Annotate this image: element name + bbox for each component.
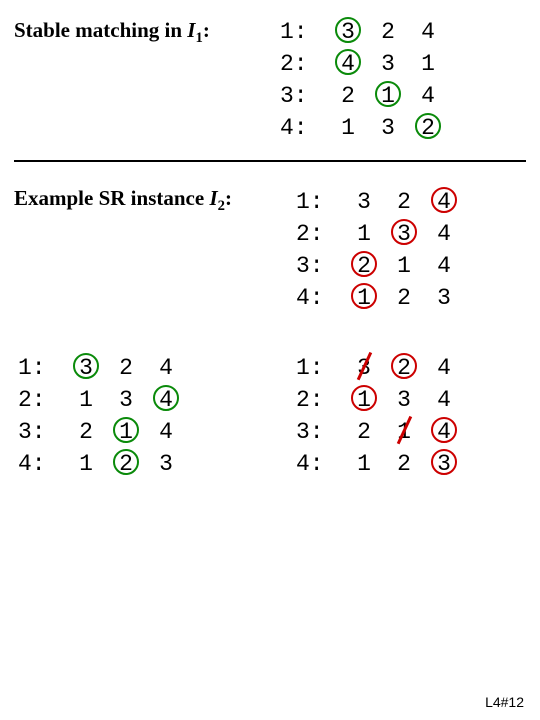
pref-row: 3:214 (296, 250, 464, 282)
pref-row: 4:123 (296, 448, 464, 480)
pref-row: 2:134 (296, 384, 464, 416)
pref-row-label: 2: (296, 218, 344, 250)
pref-cell: 3 (106, 384, 146, 416)
pref-row: 3:214 (18, 416, 186, 448)
pref-row-label: 4: (18, 448, 66, 480)
pref-cell: 4 (408, 16, 448, 48)
pref-cell: 1 (368, 80, 408, 112)
pref-cell: 3 (384, 384, 424, 416)
pref-row: 4:123 (18, 448, 186, 480)
pref-row-label: 3: (296, 250, 344, 282)
pref-cell: 1 (344, 218, 384, 250)
heading-i2-suffix: : (225, 186, 232, 210)
pref-row-label: 2: (296, 384, 344, 416)
pref-row: 2:431 (280, 48, 448, 80)
slide-footer: L4#12 (485, 694, 524, 710)
pref-row-label: 2: (280, 48, 328, 80)
pref-row: 1:324 (296, 352, 464, 384)
pref-cell: 1 (328, 112, 368, 144)
pref-cell: 2 (384, 186, 424, 218)
pref-cell: 4 (328, 48, 368, 80)
pref-cell: 4 (424, 384, 464, 416)
pref-cell: 4 (424, 250, 464, 282)
pref-cell: 3 (368, 112, 408, 144)
heading-i1-prefix: Stable matching in (14, 18, 187, 42)
pref-cell: 2 (384, 282, 424, 314)
pref-cell: 1 (344, 282, 384, 314)
pref-cell: 3 (424, 448, 464, 480)
pref-cell: 2 (328, 80, 368, 112)
pref-cell: 2 (344, 250, 384, 282)
heading-i2-sub: 2 (218, 198, 225, 214)
pref-cell: 3 (328, 16, 368, 48)
pref-row-label: 1: (296, 186, 344, 218)
heading-i1: Stable matching in I1: (14, 18, 210, 47)
pref-block-i2-green: 1:3242:1343:2144:123 (18, 352, 186, 480)
pref-cell: 3 (146, 448, 186, 480)
pref-cell: 4 (408, 80, 448, 112)
heading-i2-prefix: Example SR instance (14, 186, 209, 210)
pref-cell: 1 (408, 48, 448, 80)
pref-row-label: 4: (296, 448, 344, 480)
pref-cell: 2 (384, 448, 424, 480)
heading-i2-var: I (209, 186, 217, 210)
pref-cell: 2 (66, 416, 106, 448)
pref-cell: 3 (368, 48, 408, 80)
heading-i2: Example SR instance I2: (14, 186, 232, 215)
pref-row-label: 3: (296, 416, 344, 448)
pref-cell: 1 (384, 416, 424, 448)
pref-cell: 1 (344, 384, 384, 416)
pref-cell: 4 (146, 352, 186, 384)
pref-row: 3:214 (296, 416, 464, 448)
pref-block-i2-red-bottom: 1:3242:1343:2144:123 (296, 352, 464, 480)
pref-row-label: 2: (18, 384, 66, 416)
pref-cell: 1 (66, 384, 106, 416)
pref-row-label: 3: (18, 416, 66, 448)
pref-cell: 4 (424, 352, 464, 384)
pref-block-i1: 1:3242:4313:2144:132 (280, 16, 448, 144)
pref-row-label: 3: (280, 80, 328, 112)
pref-cell: 4 (146, 416, 186, 448)
pref-cell: 1 (66, 448, 106, 480)
pref-cell: 3 (344, 186, 384, 218)
pref-row: 3:214 (280, 80, 448, 112)
pref-cell: 1 (106, 416, 146, 448)
pref-cell: 1 (384, 250, 424, 282)
pref-cell: 4 (146, 384, 186, 416)
pref-row: 1:324 (296, 186, 464, 218)
pref-row: 1:324 (18, 352, 186, 384)
pref-cell: 3 (424, 282, 464, 314)
pref-cell: 4 (424, 218, 464, 250)
pref-cell: 2 (384, 352, 424, 384)
pref-row-label: 1: (280, 16, 328, 48)
pref-cell: 2 (106, 352, 146, 384)
pref-row: 2:134 (296, 218, 464, 250)
pref-cell: 3 (66, 352, 106, 384)
pref-row-label: 4: (280, 112, 328, 144)
pref-cell: 1 (344, 448, 384, 480)
divider-line (14, 160, 526, 162)
pref-row: 4:132 (280, 112, 448, 144)
pref-cell: 4 (424, 186, 464, 218)
heading-i1-suffix: : (203, 18, 210, 42)
pref-row-label: 4: (296, 282, 344, 314)
heading-i1-sub: 1 (195, 30, 202, 46)
slide-page: { "heading_I1": { "prefix": "Stable matc… (0, 0, 540, 720)
pref-cell: 3 (344, 352, 384, 384)
pref-row-label: 1: (18, 352, 66, 384)
pref-row: 1:324 (280, 16, 448, 48)
pref-cell: 2 (408, 112, 448, 144)
pref-row: 4:123 (296, 282, 464, 314)
pref-row: 2:134 (18, 384, 186, 416)
pref-block-i2-red-top: 1:3242:1343:2144:123 (296, 186, 464, 314)
pref-cell: 3 (384, 218, 424, 250)
pref-row-label: 1: (296, 352, 344, 384)
pref-cell: 2 (344, 416, 384, 448)
pref-cell: 4 (424, 416, 464, 448)
pref-cell: 2 (368, 16, 408, 48)
pref-cell: 2 (106, 448, 146, 480)
